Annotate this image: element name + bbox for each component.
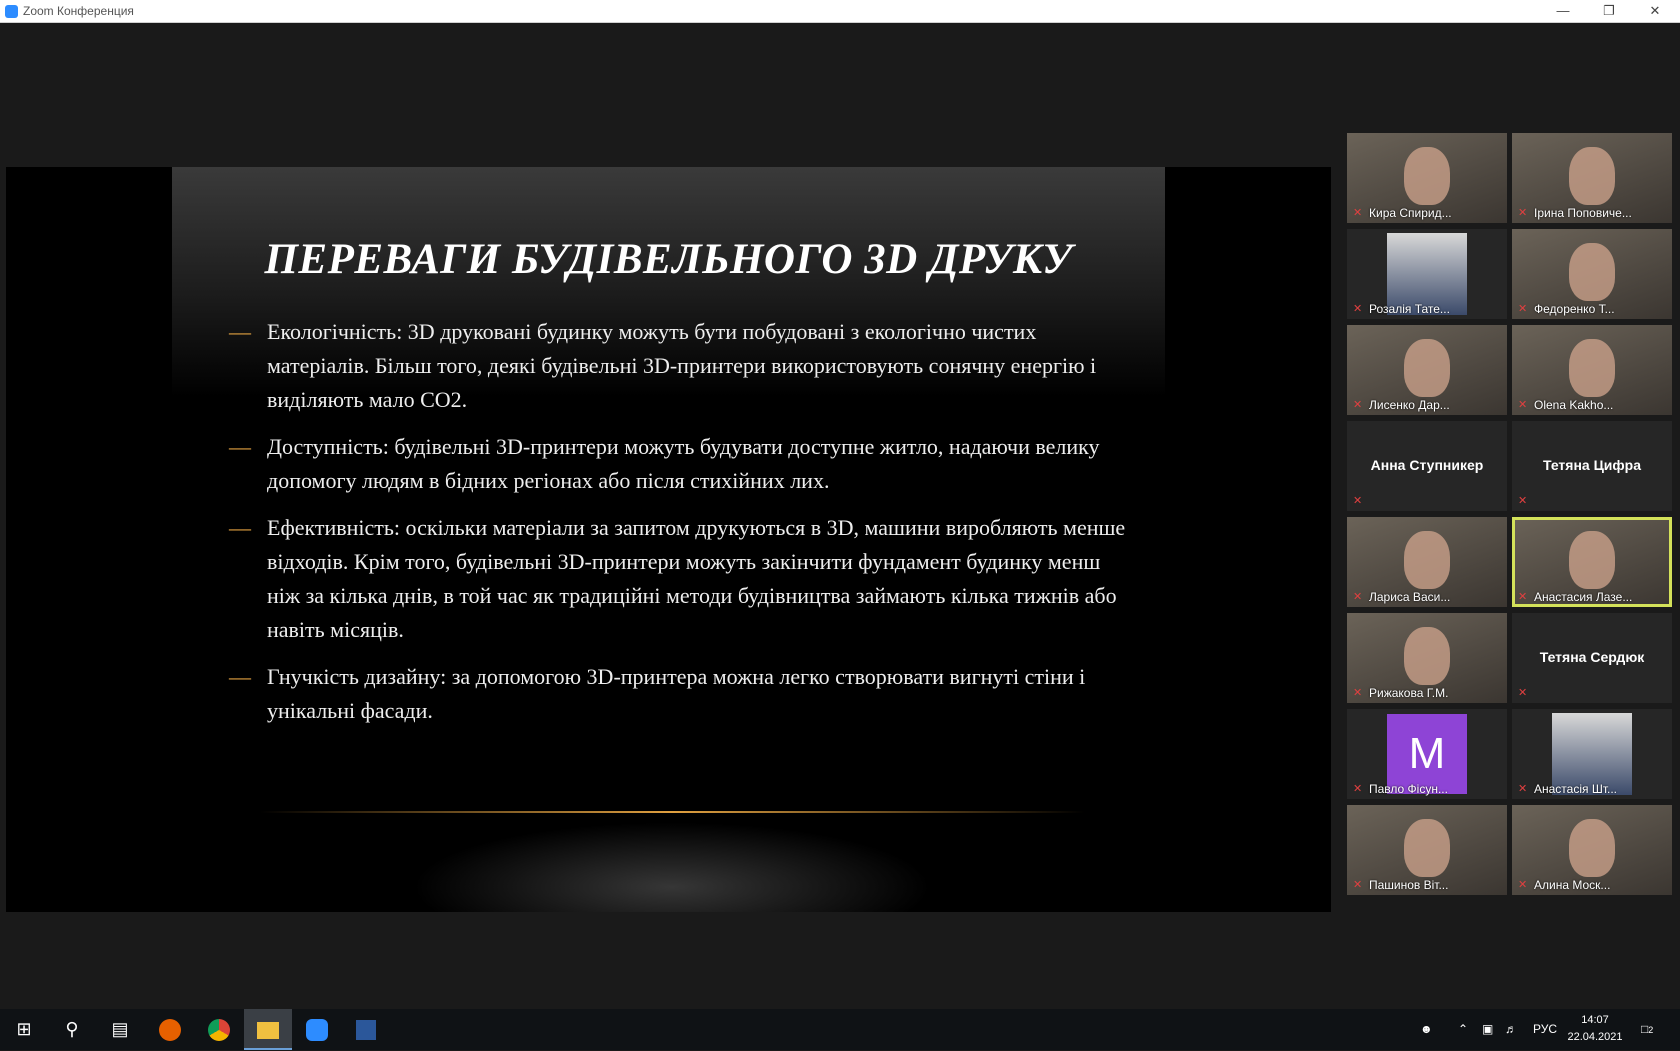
clock-date: 22.04.2021 (1567, 1031, 1623, 1043)
muted-mic-icon: ✕ (1353, 495, 1363, 507)
slide-glow (392, 817, 952, 912)
participant-tile[interactable]: ✕ Анна Ступникер (1347, 421, 1507, 511)
people-icon[interactable]: ☻ (1420, 1009, 1433, 1050)
bullet-dash-icon: — (229, 319, 251, 344)
language-indicator[interactable]: РУС (1533, 1009, 1557, 1050)
participant-name: Анна Ступникер (1370, 457, 1484, 473)
participant-tile[interactable]: ✕ Ірина Поповиче... (1512, 133, 1672, 223)
muted-mic-icon: ✕ (1518, 399, 1528, 411)
muted-mic-icon: ✕ (1518, 495, 1528, 507)
participant-tile[interactable]: ✕ Анастасія Шт... (1512, 709, 1672, 799)
muted-mic-icon: ✕ (1353, 303, 1363, 315)
participant-tile[interactable]: ✕ Анастасия Лазе... (1512, 517, 1672, 607)
participant-video (1404, 531, 1450, 589)
participant-video (1569, 819, 1615, 877)
participant-name: Анастасія Шт... (1534, 782, 1618, 796)
participant-name: Лисенко Дар... (1369, 398, 1450, 412)
bullet-dash-icon: — (229, 515, 251, 540)
participant-name: Розалія Тате... (1369, 302, 1450, 316)
muted-mic-icon: ✕ (1518, 303, 1528, 315)
participant-tile[interactable]: ✕ Федоренко Т... (1512, 229, 1672, 319)
muted-mic-icon: ✕ (1518, 687, 1528, 699)
muted-mic-icon: ✕ (1518, 207, 1528, 219)
minimize-button[interactable]: — (1540, 0, 1586, 23)
participant-name: Алина Моск... (1534, 878, 1611, 892)
notification-count: 2 (1648, 1025, 1654, 1035)
participant-video (1569, 243, 1615, 301)
muted-mic-icon: ✕ (1353, 783, 1363, 795)
participant-video (1569, 339, 1615, 397)
participant-name: Olena Kakho... (1534, 398, 1614, 412)
muted-mic-icon: ✕ (1518, 591, 1528, 603)
participant-tile[interactable]: M ✕ Павло Фісун... (1347, 709, 1507, 799)
screen-share-view: ПЕРЕВАГИ БУДІВЕЛЬНОГО 3D ДРУКУ — Екологіч… (6, 167, 1331, 912)
window-title: Zoom Конференция (23, 4, 134, 18)
participant-name: Пашинов Віт... (1369, 878, 1449, 892)
windows-taskbar: ⊞ ⚲ ▤ ☻ ⌃ ▣ ♬ РУС 14:07 22.04.2021 □2 (0, 1009, 1680, 1050)
file-explorer-icon[interactable] (244, 1009, 292, 1050)
meeting-area: ПЕРЕВАГИ БУДІВЕЛЬНОГО 3D ДРУКУ — Екологіч… (0, 23, 1680, 1009)
participant-tile[interactable]: ✕ Тетяна Цифра (1512, 421, 1672, 511)
muted-mic-icon: ✕ (1353, 591, 1363, 603)
bullet-dash-icon: — (229, 434, 251, 459)
bullet-dash-icon: — (229, 664, 251, 689)
volume-icon[interactable]: ♬ (1505, 1009, 1517, 1050)
presentation-slide: ПЕРЕВАГИ БУДІВЕЛЬНОГО 3D ДРУКУ — Екологіч… (172, 167, 1165, 912)
participant-tile[interactable]: ✕ Рижакова Г.М. (1347, 613, 1507, 703)
zoom-taskbar-icon[interactable] (293, 1009, 341, 1050)
notifications-icon[interactable]: □2 (1641, 1009, 1653, 1050)
participant-name: Тетяна Цифра (1542, 457, 1642, 473)
participant-tile[interactable]: ✕ Алина Моск... (1512, 805, 1672, 895)
slide-bullet: — Доступність: будівельні 3D-принтери мож… (229, 430, 1129, 498)
task-view-icon[interactable]: ▤ (96, 1009, 144, 1050)
slide-title: ПЕРЕВАГИ БУДІВЕЛЬНОГО 3D ДРУКУ (264, 236, 1073, 283)
participant-video (1404, 819, 1450, 877)
chrome-icon[interactable] (195, 1009, 243, 1050)
participant-video (1404, 627, 1450, 685)
participant-tile[interactable]: ✕ Лариса Васи... (1347, 517, 1507, 607)
zoom-app-icon (5, 5, 18, 18)
muted-mic-icon: ✕ (1353, 399, 1363, 411)
slide-bullet: — Екологічність: 3D друковані будинку мож… (229, 315, 1129, 417)
participant-name: Рижакова Г.М. (1369, 686, 1449, 700)
participant-name: Ірина Поповиче... (1534, 206, 1632, 220)
restore-button[interactable]: ❐ (1586, 0, 1632, 23)
participant-name: Кира Спирид... (1369, 206, 1452, 220)
participant-tile[interactable]: ✕ Лисенко Дар... (1347, 325, 1507, 415)
participant-tile[interactable]: ✕ Olena Kakho... (1512, 325, 1672, 415)
participant-name: Павло Фісун... (1369, 782, 1448, 796)
start-windows-icon[interactable]: ⊞ (0, 1009, 48, 1050)
clock-time: 14:07 (1581, 1014, 1609, 1026)
firefox-icon[interactable] (146, 1009, 194, 1050)
participant-name: Тетяна Сердюк (1539, 649, 1645, 665)
muted-mic-icon: ✕ (1353, 879, 1363, 891)
network-icon[interactable]: ▣ (1482, 1009, 1493, 1050)
participant-tile[interactable]: ✕ Тетяна Сердюк (1512, 613, 1672, 703)
participant-video (1404, 339, 1450, 397)
muted-mic-icon: ✕ (1353, 687, 1363, 699)
muted-mic-icon: ✕ (1518, 879, 1528, 891)
participant-name: Анастасия Лазе... (1534, 590, 1633, 604)
search-icon[interactable]: ⚲ (48, 1009, 96, 1050)
participant-tile[interactable]: ✕ Кира Спирид... (1347, 133, 1507, 223)
participant-video (1569, 147, 1615, 205)
participant-tile[interactable]: ✕ Пашинов Віт... (1347, 805, 1507, 895)
word-icon[interactable] (342, 1009, 390, 1050)
participant-video (1404, 147, 1450, 205)
participant-tile[interactable]: ✕ Розалія Тате... (1347, 229, 1507, 319)
slide-bullet: — Гнучкість дизайну: за допомогою 3D-прин… (229, 660, 1129, 728)
chevron-up-icon[interactable]: ⌃ (1458, 1009, 1468, 1050)
participant-name: Лариса Васи... (1369, 590, 1451, 604)
slide-bullet: — Ефективність: оскільки матеріали за зап… (229, 511, 1129, 647)
system-clock[interactable]: 14:07 22.04.2021 (1560, 1012, 1630, 1046)
window-titlebar: Zoom Конференция — ❐ ✕ (0, 0, 1680, 23)
muted-mic-icon: ✕ (1353, 207, 1363, 219)
slide-bullet-list: — Екологічність: 3D друковані будинку мож… (229, 315, 1129, 741)
participant-name: Федоренко Т... (1534, 302, 1615, 316)
participant-video (1569, 531, 1615, 589)
close-button[interactable]: ✕ (1632, 0, 1678, 23)
muted-mic-icon: ✕ (1518, 783, 1528, 795)
slide-accent-line (260, 811, 1085, 813)
